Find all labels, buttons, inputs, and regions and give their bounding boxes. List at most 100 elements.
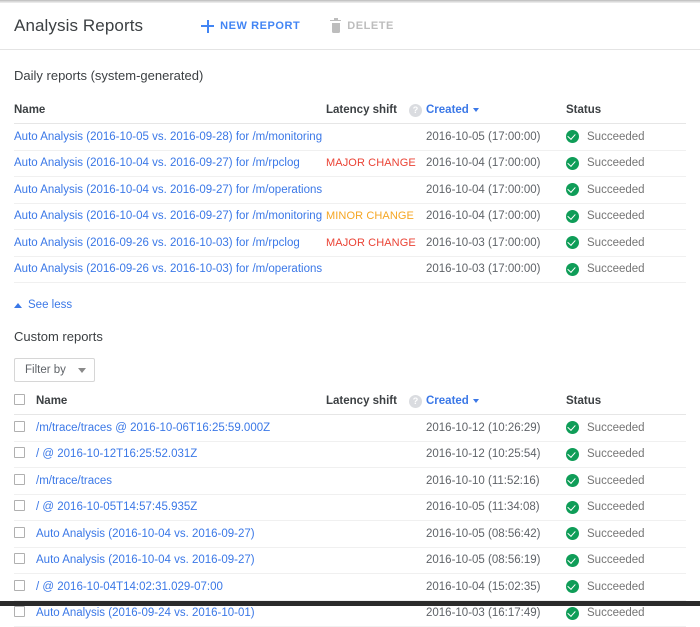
row-checkbox-cell[interactable]: [14, 467, 36, 495]
checkbox-icon[interactable]: [14, 447, 25, 459]
report-name-link[interactable]: / @ 2016-10-04T14:02:31.029-07:00: [36, 581, 223, 593]
delete-button[interactable]: DELETE: [330, 18, 394, 33]
report-name-link[interactable]: Auto Analysis (2016-10-04 vs. 2016-09-27…: [14, 157, 300, 169]
checkbox-icon[interactable]: [14, 500, 25, 512]
status-label: Succeeded: [587, 580, 645, 593]
created-cell: 2016-10-10 (11:52:16): [426, 467, 566, 495]
table-row[interactable]: Auto Analysis (2016-09-26 vs. 2016-10-03…: [14, 256, 686, 283]
status-cell: Succeeded: [566, 123, 686, 151]
success-check-icon: [566, 553, 579, 567]
report-name-cell: Auto Analysis (2016-10-04 vs. 2016-09-27…: [36, 547, 326, 574]
table-row[interactable]: / @ 2016-10-04T14:02:31.029-07:00 2016-10…: [14, 573, 686, 601]
checkbox-icon[interactable]: [14, 473, 25, 485]
report-name-link[interactable]: Auto Analysis (2016-09-24 vs. 2016-10-01…: [36, 607, 255, 619]
report-name-link[interactable]: /m/trace/traces: [36, 475, 112, 487]
status-cell: Succeeded: [566, 229, 686, 257]
table-row[interactable]: / @ 2016-10-05T14:57:45.935Z 2016-10-05 (…: [14, 494, 686, 521]
checkbox-icon[interactable]: [14, 526, 25, 538]
row-checkbox-cell[interactable]: [14, 414, 36, 442]
created-cell: 2016-10-03 (17:00:00): [426, 229, 566, 257]
status-cell: Succeeded: [566, 203, 686, 230]
status-label: Succeeded: [587, 263, 645, 276]
see-less-link[interactable]: See less: [14, 299, 72, 311]
column-header-latency-shift: Latency shift ?: [326, 97, 426, 124]
toolbar: NEW REPORT DELETE: [201, 18, 394, 33]
custom-reports-title: Custom reports: [14, 329, 103, 344]
success-check-icon: [566, 130, 579, 144]
report-name-cell: Auto Analysis (2016-10-04 vs. 2016-09-27…: [36, 520, 326, 548]
table-row[interactable]: /m/trace/traces 2016-10-10 (11:52:16) Succ…: [14, 467, 686, 495]
row-checkbox-cell[interactable]: [14, 547, 36, 574]
table-row[interactable]: Auto Analysis (2016-10-04 vs. 2016-09-27…: [14, 203, 686, 230]
latency-shift-cell: [326, 547, 426, 574]
status-label: Succeeded: [587, 554, 645, 567]
latency-shift-badge: MAJOR CHANGE: [326, 236, 416, 249]
new-report-button[interactable]: NEW REPORT: [201, 19, 300, 33]
created-cell: 2016-10-03 (17:00:00): [426, 256, 566, 283]
status-cell: Succeeded: [566, 573, 686, 601]
success-check-icon: [566, 156, 579, 170]
latency-shift-cell: [326, 256, 426, 283]
success-check-icon: [566, 500, 579, 514]
latency-shift-cell: MAJOR CHANGE: [326, 150, 426, 177]
report-name-link[interactable]: Auto Analysis (2016-10-05 vs. 2016-09-28…: [14, 131, 322, 143]
report-name-cell: / @ 2016-10-12T16:25:52.031Z: [36, 441, 326, 468]
filter-by-dropdown[interactable]: Filter by: [14, 358, 95, 382]
report-name-link[interactable]: Auto Analysis (2016-10-04 vs. 2016-09-27…: [36, 554, 255, 566]
success-check-icon: [566, 262, 579, 276]
report-name-link[interactable]: Auto Analysis (2016-09-26 vs. 2016-10-03…: [14, 237, 300, 249]
column-header-select-all[interactable]: [14, 388, 36, 415]
content-area: Daily reports (system-generated) Name La…: [0, 68, 700, 627]
checkbox-icon[interactable]: [14, 606, 25, 618]
table-row[interactable]: / @ 2016-10-12T16:25:52.031Z 2016-10-12 (…: [14, 441, 686, 468]
report-name-link[interactable]: / @ 2016-10-05T14:57:45.935Z: [36, 501, 197, 513]
table-header-row: Name Latency shift ? Created Status: [14, 97, 686, 124]
report-name-link[interactable]: Auto Analysis (2016-09-26 vs. 2016-10-03…: [14, 263, 322, 275]
created-cell: 2016-10-04 (17:00:00): [426, 150, 566, 177]
report-name-cell: Auto Analysis (2016-10-05 vs. 2016-09-28…: [14, 123, 326, 151]
table-row[interactable]: Auto Analysis (2016-09-26 vs. 2016-10-03…: [14, 229, 686, 257]
row-checkbox-cell[interactable]: [14, 520, 36, 548]
report-name-link[interactable]: / @ 2016-10-12T16:25:52.031Z: [36, 448, 197, 460]
report-name-cell: / @ 2016-10-05T14:57:45.935Z: [36, 494, 326, 521]
table-row[interactable]: Auto Analysis (2016-10-04 vs. 2016-09-27…: [14, 176, 686, 204]
latency-shift-cell: [326, 494, 426, 521]
column-header-created[interactable]: Created: [426, 388, 566, 415]
table-row[interactable]: Auto Analysis (2016-10-05 vs. 2016-09-28…: [14, 123, 686, 151]
column-header-created[interactable]: Created: [426, 97, 566, 124]
row-checkbox-cell[interactable]: [14, 573, 36, 601]
report-name-cell: Auto Analysis (2016-10-04 vs. 2016-09-27…: [14, 203, 326, 230]
status-label: Succeeded: [587, 157, 645, 170]
table-row[interactable]: Auto Analysis (2016-10-04 vs. 2016-09-27…: [14, 150, 686, 177]
table-row[interactable]: Auto Analysis (2016-10-04 vs. 2016-09-27…: [14, 520, 686, 548]
report-name-link[interactable]: Auto Analysis (2016-10-04 vs. 2016-09-27…: [36, 528, 255, 540]
column-header-name: Name: [14, 97, 326, 124]
checkbox-icon[interactable]: [14, 394, 25, 405]
success-check-icon: [566, 606, 579, 620]
table-header-row: Name Latency shift ? Created Status: [14, 388, 686, 415]
row-checkbox-cell[interactable]: [14, 494, 36, 521]
filter-by-label: Filter by: [25, 364, 66, 376]
report-name-link[interactable]: Auto Analysis (2016-10-04 vs. 2016-09-27…: [14, 210, 322, 222]
status-label: Succeeded: [587, 501, 645, 514]
help-icon[interactable]: ?: [408, 103, 422, 117]
status-label: Succeeded: [587, 183, 645, 196]
latency-shift-cell: [326, 414, 426, 442]
row-checkbox-cell[interactable]: [14, 441, 36, 468]
status-label: Succeeded: [587, 236, 645, 249]
success-check-icon: [566, 474, 579, 488]
daily-reports-body: Auto Analysis (2016-10-05 vs. 2016-09-28…: [14, 123, 686, 283]
report-name-link[interactable]: /m/trace/traces @ 2016-10-06T16:25:59.00…: [36, 422, 270, 434]
created-cell: 2016-10-12 (10:26:29): [426, 414, 566, 442]
status-cell: Succeeded: [566, 256, 686, 283]
table-row[interactable]: Auto Analysis (2016-10-04 vs. 2016-09-27…: [14, 547, 686, 574]
checkbox-icon[interactable]: [14, 553, 25, 565]
report-name-link[interactable]: Auto Analysis (2016-10-04 vs. 2016-09-27…: [14, 184, 322, 196]
checkbox-icon[interactable]: [14, 420, 25, 432]
checkbox-icon[interactable]: [14, 579, 25, 591]
table-row[interactable]: /m/trace/traces @ 2016-10-06T16:25:59.00…: [14, 414, 686, 442]
status-cell: Succeeded: [566, 176, 686, 204]
custom-reports-table: Name Latency shift ? Created Status /m/t…: [14, 388, 686, 627]
report-name-cell: /m/trace/traces @ 2016-10-06T16:25:59.00…: [36, 414, 326, 442]
help-icon[interactable]: ?: [408, 394, 422, 408]
